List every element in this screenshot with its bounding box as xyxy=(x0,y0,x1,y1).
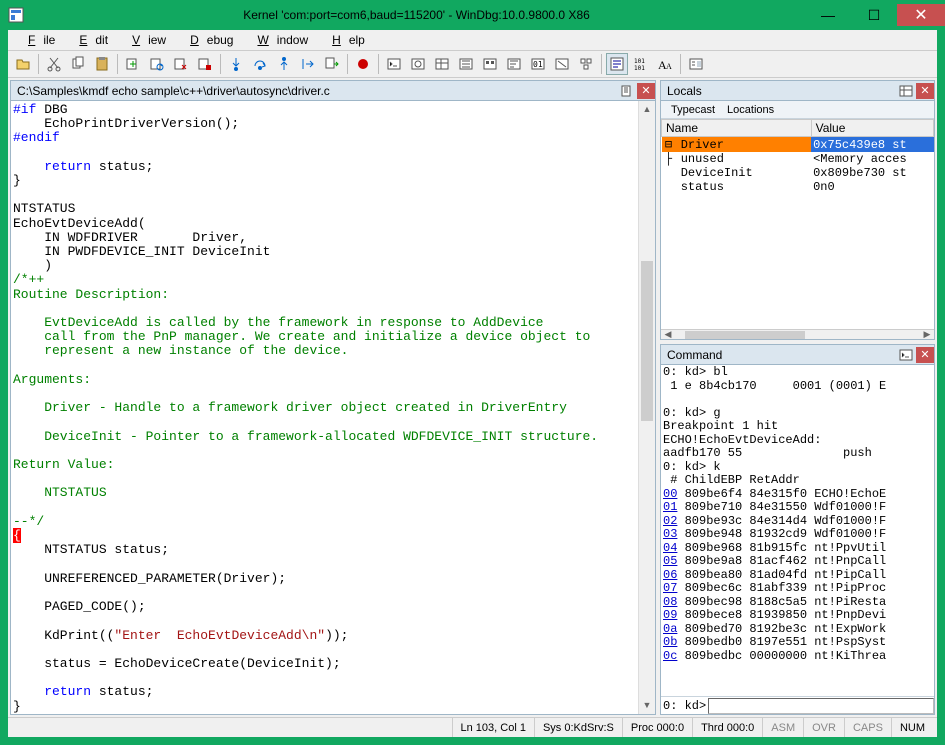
status-bar: Ln 103, Col 1 Sys 0:KdSrv:S Proc 000:0 T… xyxy=(8,717,937,737)
command-input[interactable] xyxy=(708,698,934,714)
command-prompt: 0: kd> xyxy=(661,699,708,713)
command-panel-title: Command xyxy=(667,348,896,362)
svg-text:01: 01 xyxy=(533,60,543,69)
status-thread: Thrd 000:0 xyxy=(692,718,762,737)
stop-icon[interactable] xyxy=(170,53,192,75)
locals-col-name[interactable]: Name xyxy=(662,120,812,137)
command-panel-header: Command ✕ xyxy=(661,345,934,365)
stack-frame-link[interactable]: 00 xyxy=(663,487,677,501)
locals-row[interactable]: DeviceInit 0x809be730 st xyxy=(662,166,934,180)
copy-icon[interactable] xyxy=(67,53,89,75)
options-icon[interactable] xyxy=(685,53,707,75)
minimize-button[interactable]: — xyxy=(805,4,851,26)
source-file-path: C:\Samples\kmdf echo sample\c++\driver\a… xyxy=(17,84,617,98)
toolbar: 01 101101 AA xyxy=(8,50,937,78)
close-button[interactable]: ✕ xyxy=(897,4,945,26)
locals-row[interactable]: status 0n0 xyxy=(662,180,934,194)
step-out-icon[interactable] xyxy=(273,53,295,75)
step-over-icon[interactable] xyxy=(249,53,271,75)
status-num: NUM xyxy=(891,718,933,737)
command-window-icon[interactable] xyxy=(383,53,405,75)
cut-icon[interactable] xyxy=(43,53,65,75)
status-system: Sys 0:KdSrv:S xyxy=(534,718,622,737)
menu-window[interactable]: Window xyxy=(241,31,316,49)
locals-col-value[interactable]: Value xyxy=(811,120,933,137)
status-process: Proc 000:0 xyxy=(622,718,692,737)
command-panel-close-icon[interactable]: ✕ xyxy=(916,347,934,363)
title-bar: Kernel 'com:port=com6,baud=115200' - Win… xyxy=(0,0,945,30)
command-output[interactable]: 0: kd> bl 1 e 8b4cb170 0001 (0001) E 0: … xyxy=(661,365,934,696)
font-icon[interactable]: AA xyxy=(654,53,676,75)
menu-edit[interactable]: Edit xyxy=(63,31,116,49)
scratch-window-icon[interactable] xyxy=(551,53,573,75)
source-code-area[interactable]: #if DBG EchoPrintDriverVersion(); #endif… xyxy=(11,101,638,714)
stack-frame-link[interactable]: 0b xyxy=(663,635,677,649)
status-asm: ASM xyxy=(762,718,803,737)
source-scrollbar[interactable]: ▲ ▼ xyxy=(638,101,655,714)
run-to-cursor-icon[interactable] xyxy=(297,53,319,75)
status-caps: CAPS xyxy=(844,718,891,737)
breakpoint-icon[interactable] xyxy=(352,53,374,75)
break-icon[interactable] xyxy=(194,53,216,75)
locals-tab-locations[interactable]: Locations xyxy=(721,104,780,116)
memory-window-icon[interactable] xyxy=(479,53,501,75)
paste-icon[interactable] xyxy=(91,53,113,75)
status-ovr: OVR xyxy=(803,718,844,737)
svg-text:A: A xyxy=(666,62,672,71)
window-title: Kernel 'com:port=com6,baud=115200' - Win… xyxy=(239,8,590,22)
menu-view[interactable]: View xyxy=(116,31,174,49)
stack-frame-link[interactable]: 08 xyxy=(663,595,677,609)
svg-text:101: 101 xyxy=(634,58,645,65)
source-mode-icon[interactable] xyxy=(606,53,628,75)
app-icon xyxy=(8,7,24,23)
locals-table[interactable]: Name Value ⊟ Driver 0x75c439e8 st ├ unus… xyxy=(661,119,934,194)
source-panel-close-icon[interactable]: ✕ xyxy=(637,83,655,99)
callstack-window-icon[interactable] xyxy=(503,53,525,75)
svg-text:101: 101 xyxy=(634,65,645,72)
source-panel-header: C:\Samples\kmdf echo sample\c++\driver\a… xyxy=(11,81,655,101)
disasm-window-icon[interactable]: 01 xyxy=(527,53,549,75)
panel-options-icon[interactable] xyxy=(618,83,636,99)
locals-tab-typecast[interactable]: Typecast xyxy=(665,104,721,116)
status-position: Ln 103, Col 1 xyxy=(452,718,534,737)
menu-bar: File Edit View Debug Window Help xyxy=(8,30,937,50)
command-input-row: 0: kd> xyxy=(661,696,934,714)
command-panel-options-icon[interactable] xyxy=(897,347,915,363)
locals-scrollbar[interactable]: ◀▶ xyxy=(661,329,934,339)
menu-debug[interactable]: Debug xyxy=(174,31,241,49)
stack-frame-link[interactable]: 0a xyxy=(663,622,677,636)
stack-frame-link[interactable]: 0c xyxy=(663,649,677,663)
stack-frame-link[interactable]: 03 xyxy=(663,527,677,541)
stack-frame-link[interactable]: 01 xyxy=(663,500,677,514)
step-into-icon[interactable] xyxy=(225,53,247,75)
stack-frame-link[interactable]: 04 xyxy=(663,541,677,555)
processes-window-icon[interactable] xyxy=(575,53,597,75)
locals-panel-options-icon[interactable] xyxy=(897,83,915,99)
locals-panel-title: Locals xyxy=(667,84,896,98)
locals-subheader: Typecast Locations xyxy=(661,101,934,119)
goto-source-icon[interactable] xyxy=(321,53,343,75)
menu-file[interactable]: File xyxy=(12,31,63,49)
binary-mode-icon[interactable]: 101101 xyxy=(630,53,652,75)
locals-panel-close-icon[interactable]: ✕ xyxy=(916,83,934,99)
stack-frame-link[interactable]: 07 xyxy=(663,581,677,595)
watch-window-icon[interactable] xyxy=(407,53,429,75)
locals-panel-header: Locals ✕ xyxy=(661,81,934,101)
open-icon[interactable] xyxy=(12,53,34,75)
stack-frame-link[interactable]: 06 xyxy=(663,568,677,582)
locals-window-icon[interactable] xyxy=(431,53,453,75)
current-breakpoint-line: { xyxy=(13,528,21,543)
registers-window-icon[interactable] xyxy=(455,53,477,75)
menu-help[interactable]: Help xyxy=(316,31,373,49)
restart-icon[interactable] xyxy=(146,53,168,75)
locals-row[interactable]: ├ unused <Memory acces xyxy=(662,152,934,166)
maximize-button[interactable]: ☐ xyxy=(851,4,897,26)
go-icon[interactable] xyxy=(122,53,144,75)
stack-frame-link[interactable]: 05 xyxy=(663,554,677,568)
stack-frame-link[interactable]: 09 xyxy=(663,608,677,622)
locals-row[interactable]: ⊟ Driver 0x75c439e8 st xyxy=(662,137,934,153)
stack-frame-link[interactable]: 02 xyxy=(663,514,677,528)
